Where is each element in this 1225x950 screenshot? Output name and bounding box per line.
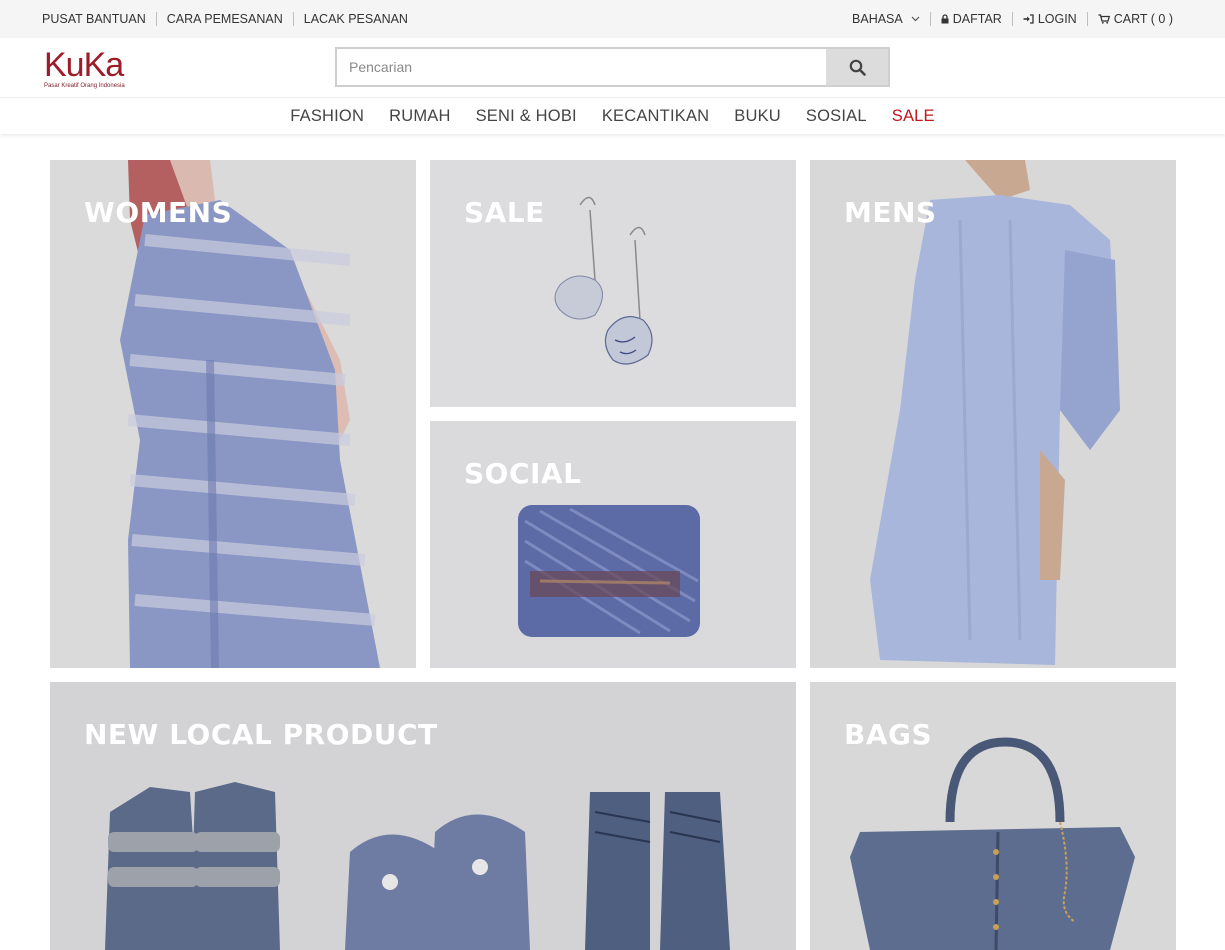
new-local-product-label: NEW LOCAL PRODUCT [84,718,438,751]
language-dropdown[interactable]: BAHASA [842,12,930,26]
track-order-link[interactable]: LACAK PESANAN [292,12,418,26]
search-bar [335,47,890,87]
how-to-order-link[interactable]: CARA PEMESANAN [155,12,293,26]
sale-category-tile[interactable]: SALE [430,160,796,407]
womens-label: WOMENS [84,196,233,229]
bags-label: BAGS [844,718,933,751]
nav-rumah[interactable]: RUMAH [377,107,464,126]
sign-in-icon [1023,14,1034,24]
mens-label: MENS [844,196,937,229]
nav-fashion[interactable]: FASHION [278,107,377,126]
help-links: PUSAT BANTUAN CARA PEMESANAN LACAK PESAN… [32,0,418,38]
new-local-product-tile[interactable]: NEW LOCAL PRODUCT [50,682,796,950]
register-link[interactable]: DAFTAR [929,12,1012,26]
cart-icon [1098,14,1110,24]
search-icon [849,59,866,76]
login-link[interactable]: LOGIN [1011,12,1087,26]
site-header: KuKa Pasar Kreatif Orang Indonesia [0,38,1225,98]
category-nav: FASHION RUMAH SENI & HOBI KECANTIKAN BUK… [0,98,1225,134]
account-links: BAHASA DAFTAR LOGIN CART ( 0 ) [842,0,1183,38]
social-category-tile[interactable]: SOCIAL [430,421,796,668]
cart-link[interactable]: CART ( 0 ) [1086,12,1183,26]
nav-buku[interactable]: BUKU [722,107,794,126]
lock-icon [941,14,949,24]
sale-label: SALE [464,196,545,229]
nav-sosial[interactable]: SOSIAL [793,107,879,126]
nav-seni-hobi[interactable]: SENI & HOBI [463,107,589,126]
bags-category-tile[interactable]: BAGS [810,682,1176,950]
nav-kecantikan[interactable]: KECANTIKAN [589,107,721,126]
womens-dress-image [50,160,416,668]
womens-category-tile[interactable]: WOMENS [50,160,416,668]
search-button[interactable] [826,49,888,85]
help-center-link[interactable]: PUSAT BANTUAN [32,12,156,26]
nav-sale[interactable]: SALE [879,107,947,126]
social-label: SOCIAL [464,457,582,490]
search-input[interactable] [337,49,826,85]
site-logo[interactable]: KuKa Pasar Kreatif Orang Indonesia [44,48,144,90]
top-utility-bar: PUSAT BANTUAN CARA PEMESANAN LACAK PESAN… [0,0,1225,38]
mens-shirt-image [810,160,1176,668]
mens-category-tile[interactable]: MENS [810,160,1176,668]
chevron-down-icon [911,16,920,22]
